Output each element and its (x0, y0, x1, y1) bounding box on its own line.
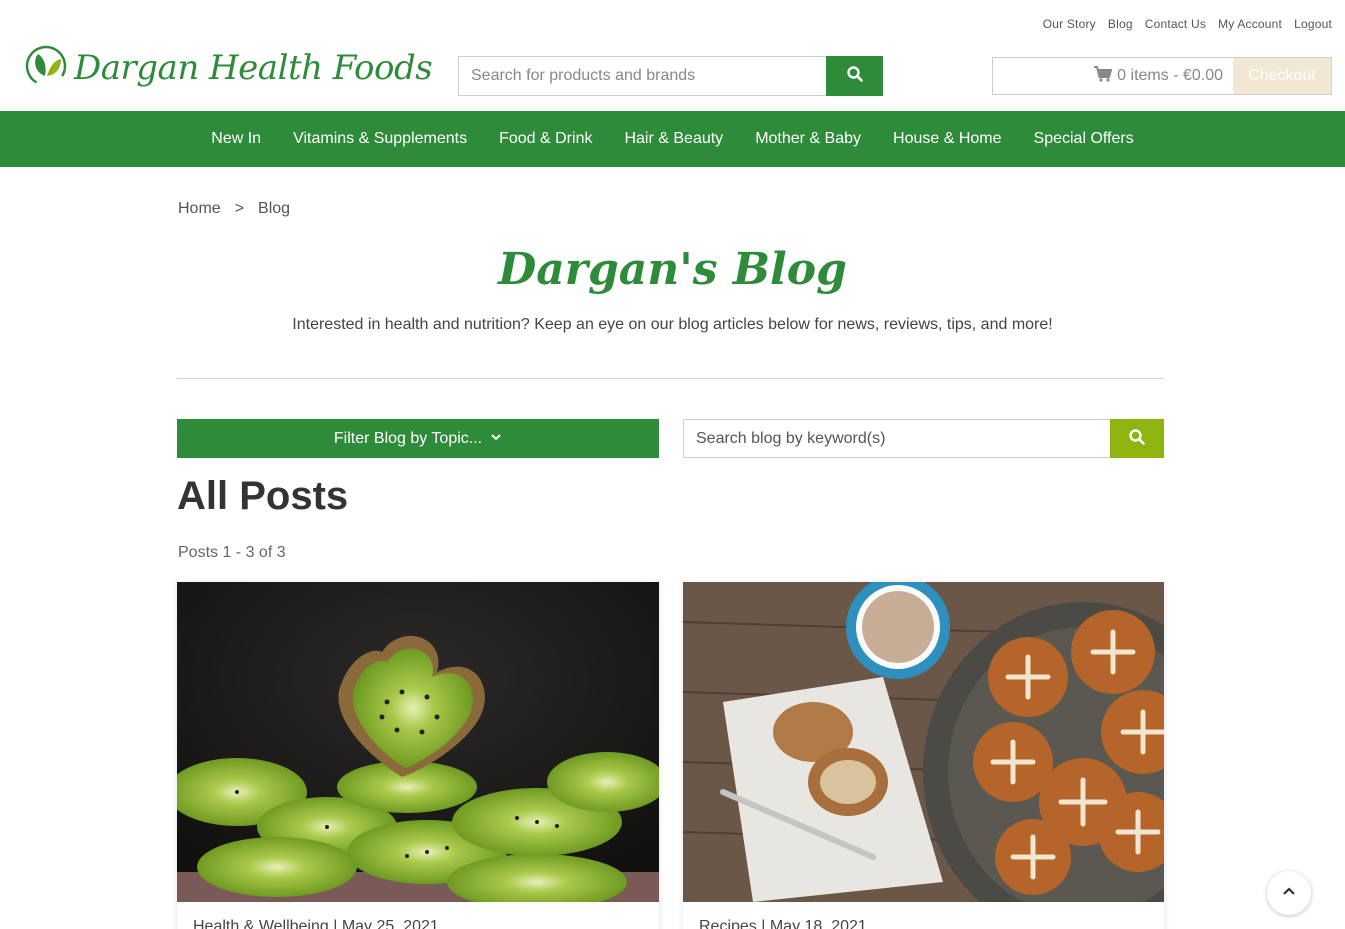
breadcrumb-separator: > (234, 200, 245, 217)
mini-cart: 0 items - €0.00 Checkout (992, 57, 1332, 95)
blog-search (683, 419, 1164, 458)
page-title: Dargan's Blog (498, 244, 847, 295)
filter-topic-label: Filter Blog by Topic... (333, 429, 483, 447)
filter-topic-dropdown[interactable]: Filter Blog by Topic... (177, 419, 659, 458)
my-account-link[interactable]: My Account (1218, 17, 1282, 31)
product-search-input[interactable] (458, 56, 826, 96)
post-meta: Health & Wellbeing | May 25, 2021 (193, 918, 439, 929)
section-title: All Posts (177, 474, 349, 518)
blog-link[interactable]: Blog (1108, 17, 1133, 31)
post-count: Posts 1 - 3 of 3 (178, 544, 286, 561)
utility-links: Our Story Blog Contact Us My Account Log… (1043, 17, 1332, 31)
post-meta: Recipes | May 18, 2021 (699, 918, 867, 929)
chevron-up-icon (1281, 883, 1297, 903)
leaf-icon (24, 44, 68, 92)
search-icon (846, 66, 863, 86)
nav-house-home[interactable]: House & Home (893, 130, 1002, 148)
back-to-top-button[interactable] (1267, 871, 1311, 915)
divider (177, 378, 1164, 379)
logout-link[interactable]: Logout (1294, 17, 1332, 31)
nav-hair-beauty[interactable]: Hair & Beauty (624, 130, 723, 148)
blog-post-card[interactable]: Health & Wellbeing | May 25, 2021 (177, 582, 659, 929)
site-logo[interactable]: Dargan Health Foods (24, 44, 433, 92)
blog-search-button[interactable] (1110, 419, 1164, 458)
nav-vitamins-supplements[interactable]: Vitamins & Supplements (293, 130, 467, 148)
chevron-down-icon (490, 430, 502, 448)
nav-food-drink[interactable]: Food & Drink (499, 130, 592, 148)
product-search-button[interactable] (826, 56, 883, 96)
our-story-link[interactable]: Our Story (1043, 17, 1096, 31)
main-nav: New In Vitamins & Supplements Food & Dri… (0, 111, 1345, 167)
breadcrumb-current: Blog (258, 200, 291, 217)
breadcrumb-home[interactable]: Home (178, 200, 221, 218)
breadcrumb: Home > Blog (178, 200, 290, 218)
cart-summary-text: 0 items - €0.00 (1117, 67, 1223, 84)
blog-search-input[interactable] (683, 419, 1110, 458)
blog-post-card[interactable]: Recipes | May 18, 2021 (683, 582, 1164, 929)
nav-mother-baby[interactable]: Mother & Baby (755, 130, 861, 148)
cart-summary[interactable]: 0 items - €0.00 (993, 58, 1233, 94)
nav-new-in[interactable]: New In (211, 130, 261, 148)
brand-name: Dargan Health Foods (74, 48, 433, 88)
hot-cross-buns-image[interactable] (683, 582, 1164, 902)
kiwi-slices-image[interactable] (177, 582, 659, 902)
checkout-button[interactable]: Checkout (1233, 58, 1331, 94)
product-search (458, 56, 883, 96)
nav-special-offers[interactable]: Special Offers (1034, 130, 1134, 148)
contact-us-link[interactable]: Contact Us (1145, 17, 1206, 31)
search-icon (1129, 428, 1145, 449)
cart-icon (1094, 65, 1113, 87)
blog-intro: Interested in health and nutrition? Keep… (292, 316, 1053, 333)
